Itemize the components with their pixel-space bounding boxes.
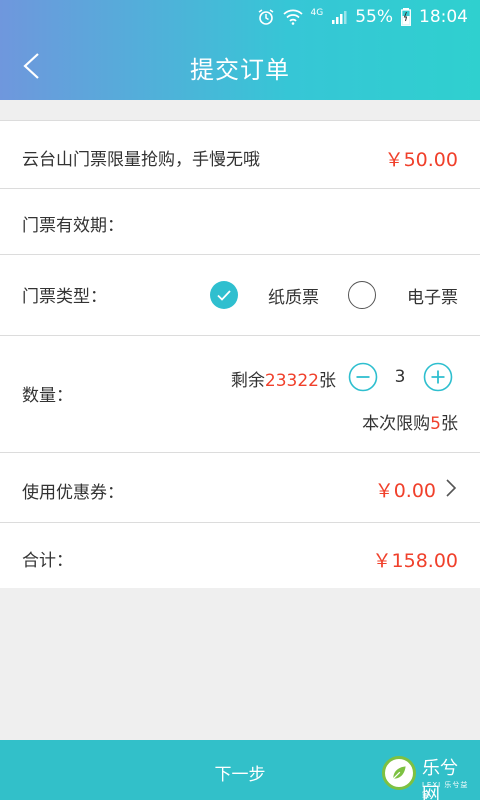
clock: 18:04 xyxy=(419,7,468,27)
page-title: 提交订单 xyxy=(190,56,290,84)
increase-quantity-button[interactable] xyxy=(423,362,453,392)
decrease-quantity-button[interactable] xyxy=(348,362,378,392)
coupon-label: 使用优惠券： xyxy=(22,483,124,503)
limit-suffix: 张 xyxy=(441,414,458,434)
status-bar: 4G 55% 18:04 xyxy=(257,6,468,28)
purchase-limit: 本次限购5张 xyxy=(362,409,458,434)
alarm-icon xyxy=(258,9,273,25)
validity-row[interactable]: 门票有效期： xyxy=(0,188,480,254)
total-row: 合计： ￥158.00 xyxy=(0,522,480,588)
quantity-label: 数量： xyxy=(22,386,73,406)
checkmark-icon xyxy=(217,290,231,301)
leaf-logo-icon xyxy=(382,756,416,790)
validity-label: 门票有效期： xyxy=(22,216,124,236)
product-price: ￥50.00 xyxy=(384,149,458,171)
wifi-icon xyxy=(282,9,303,25)
battery-icon xyxy=(401,8,411,26)
limit-prefix: 本次限购 xyxy=(362,414,431,434)
ticket-type-row: 门票类型： 纸质票 电子票 xyxy=(0,254,480,335)
order-form: 云台山门票限量抢购，手慢无哦 ￥50.00 门票有效期： 门票类型： 纸质票 电… xyxy=(0,120,480,588)
limit-count: 5 xyxy=(430,414,441,434)
e-ticket-label[interactable]: 电子票 xyxy=(407,283,458,308)
total-value: ￥158.00 xyxy=(372,550,458,572)
total-label: 合计： xyxy=(22,551,73,571)
stock-prefix: 剩余 xyxy=(230,371,265,391)
header: 4G 55% 18:04 提交订单 xyxy=(0,0,480,100)
watermark-sub: LEXI 乐兮益家 xyxy=(422,781,469,799)
battery-percent: 55% xyxy=(355,7,393,27)
quantity-value[interactable]: 3 xyxy=(388,367,412,387)
e-ticket-radio[interactable] xyxy=(348,281,376,309)
paper-ticket-radio-checked[interactable] xyxy=(210,281,238,309)
stock-remaining: 剩余23322张 xyxy=(231,366,336,391)
coupon-value: ￥0.00 xyxy=(374,480,436,502)
stock-count: 23322 xyxy=(264,371,319,391)
chevron-right-icon[interactable] xyxy=(444,478,458,498)
network-type: 4G xyxy=(310,8,324,18)
product-row: 云台山门票限量抢购，手慢无哦 ￥50.00 xyxy=(0,120,480,188)
signal-icon xyxy=(332,11,347,24)
paper-ticket-label[interactable]: 纸质票 xyxy=(268,283,319,308)
product-name: 云台山门票限量抢购，手慢无哦 xyxy=(22,150,260,170)
ticket-type-label: 门票类型： xyxy=(22,287,107,307)
coupon-row[interactable]: 使用优惠券： ￥0.00 xyxy=(0,452,480,522)
quantity-row: 数量： 剩余23322张 3 本次限购5张 xyxy=(0,335,480,452)
watermark: 乐兮网 LEXI 乐兮益家 xyxy=(382,752,474,800)
stock-suffix: 张 xyxy=(319,371,336,391)
